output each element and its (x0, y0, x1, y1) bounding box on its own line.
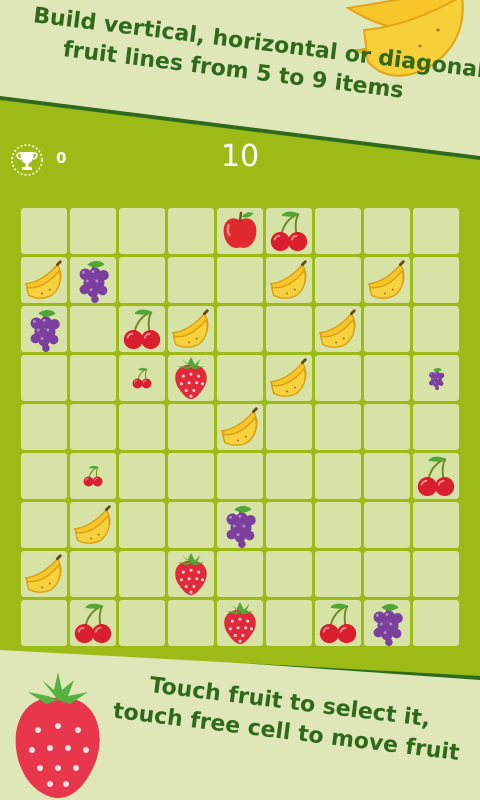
board-cell[interactable] (413, 502, 459, 548)
board-cell[interactable] (70, 551, 116, 597)
board-cell[interactable] (217, 355, 263, 401)
board-cell[interactable] (168, 502, 214, 548)
banana-icon[interactable] (266, 257, 312, 303)
board-cell[interactable] (315, 551, 361, 597)
board-cell[interactable] (266, 551, 312, 597)
board-cell[interactable] (266, 404, 312, 450)
banana-icon[interactable] (266, 355, 312, 401)
banana-icon[interactable] (315, 306, 361, 352)
board-cell[interactable] (168, 404, 214, 450)
board-cell[interactable] (119, 502, 165, 548)
board-cell[interactable] (364, 453, 410, 499)
board-cell[interactable] (168, 600, 214, 646)
board-cell[interactable] (413, 306, 459, 352)
strawberry-decoration (15, 672, 100, 798)
board-cell[interactable] (364, 355, 410, 401)
board-cell[interactable] (70, 306, 116, 352)
board-cell[interactable] (413, 208, 459, 254)
board-cell[interactable] (217, 257, 263, 303)
grapes-icon[interactable] (364, 600, 410, 646)
board-cell[interactable] (266, 453, 312, 499)
board-cell[interactable] (119, 453, 165, 499)
board-cell[interactable] (315, 355, 361, 401)
board-cell[interactable] (413, 257, 459, 303)
board-cell[interactable] (21, 600, 67, 646)
board-cell[interactable] (364, 551, 410, 597)
grapes-icon[interactable] (21, 306, 67, 352)
board-cell[interactable] (21, 453, 67, 499)
board-cell[interactable] (413, 551, 459, 597)
strawberry-icon[interactable] (168, 355, 214, 401)
board-cell[interactable] (119, 600, 165, 646)
board-cell[interactable] (217, 453, 263, 499)
board-cell[interactable] (315, 208, 361, 254)
grapes-icon[interactable] (217, 502, 263, 548)
banana-icon[interactable] (21, 551, 67, 597)
cherry-icon[interactable] (81, 464, 105, 488)
board-cell[interactable] (21, 355, 67, 401)
board-cell[interactable] (315, 502, 361, 548)
board-cell[interactable] (119, 551, 165, 597)
board-cell[interactable] (119, 404, 165, 450)
board-cell[interactable] (364, 502, 410, 548)
board-cell[interactable] (266, 306, 312, 352)
strawberry-icon[interactable] (168, 551, 214, 597)
board-cell[interactable] (217, 551, 263, 597)
cherry-icon[interactable] (70, 600, 116, 646)
board-cell[interactable] (266, 600, 312, 646)
board-cell[interactable] (119, 208, 165, 254)
board-cell[interactable] (21, 502, 67, 548)
grapes-icon[interactable] (70, 257, 116, 303)
banana-icon[interactable] (21, 257, 67, 303)
game-board (18, 205, 462, 649)
board-cell[interactable] (364, 208, 410, 254)
board-cell[interactable] (364, 404, 410, 450)
board-cell[interactable] (266, 502, 312, 548)
cherry-icon[interactable] (413, 453, 459, 499)
board-cell[interactable] (315, 453, 361, 499)
board-cell[interactable] (168, 453, 214, 499)
board-cell[interactable] (70, 208, 116, 254)
board-cell[interactable] (413, 404, 459, 450)
banana-icon[interactable] (70, 502, 116, 548)
cherry-icon[interactable] (315, 600, 361, 646)
banana-icon[interactable] (364, 257, 410, 303)
board-cell[interactable] (364, 306, 410, 352)
grapes-icon[interactable] (424, 366, 448, 390)
board-cell[interactable] (70, 404, 116, 450)
cherry-icon[interactable] (266, 208, 312, 254)
current-score: 10 (220, 139, 260, 174)
board-cell[interactable] (413, 600, 459, 646)
board-cell[interactable] (217, 306, 263, 352)
apple-icon[interactable] (217, 208, 263, 254)
score-bar: 0 10 (0, 135, 480, 185)
board-cell[interactable] (168, 257, 214, 303)
banana-icon[interactable] (168, 306, 214, 352)
strawberry-icon[interactable] (217, 600, 263, 646)
board-cell[interactable] (21, 404, 67, 450)
board-cell[interactable] (315, 257, 361, 303)
board-cell[interactable] (70, 355, 116, 401)
board-cell[interactable] (168, 208, 214, 254)
board-cell[interactable] (315, 404, 361, 450)
cherry-icon[interactable] (119, 306, 165, 352)
cherry-icon[interactable] (130, 366, 154, 390)
banana-icon[interactable] (217, 404, 263, 450)
board-cell[interactable] (119, 257, 165, 303)
board-cell[interactable] (21, 208, 67, 254)
